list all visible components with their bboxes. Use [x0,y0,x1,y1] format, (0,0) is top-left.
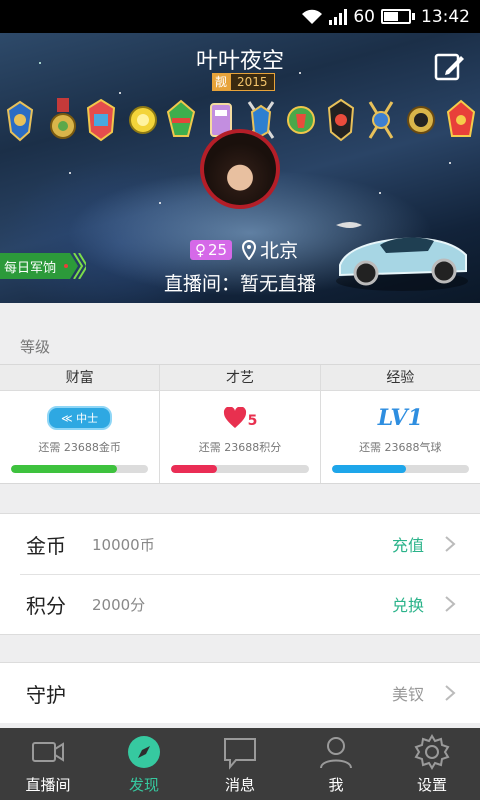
chevron-right-icon [445,536,456,552]
location-pin-icon [242,239,257,260]
title-badge-year: 2015 [230,73,275,91]
tab-me[interactable]: 我 [288,728,384,800]
video-camera-icon [32,742,64,762]
title-badge-mark: 靓 [212,73,230,91]
guard-row[interactable]: 守护 美钗 [0,663,480,723]
message-bubble-icon [224,738,256,770]
row-label: 积分 [26,593,66,618]
level-note: 还需 23688金币 [38,441,121,454]
chevron-right-icon [445,596,456,612]
guard-card: 守护 美钗 [0,662,480,723]
daily-allowance-label[interactable]: 每日军饷 [4,257,56,276]
row-value: 2000分 [92,595,146,614]
experience-progress-bar [331,465,469,473]
signal-icon [329,8,348,25]
rank-badge: ≪ 中士 [0,403,159,433]
location-text: 北京 [260,240,299,262]
row-value: 10000币 [92,535,155,554]
medal-badge-icon[interactable] [128,98,158,142]
age-value: 25 [208,240,228,259]
wallet-card: 金币 10000币 充值 积分 2000分 兑换 [0,513,480,635]
tab-label: 我 [328,776,344,794]
person-icon [320,737,352,769]
exchange-button[interactable]: 兑换 [392,592,424,616]
heart-icon [223,407,246,428]
talent-badge: 5 [160,403,319,433]
level-header: 财富 [0,365,160,391]
medal-badge-icon[interactable] [166,98,196,142]
medal-badge-icon[interactable] [406,98,436,142]
level-section-title: 等级 [20,338,51,356]
title-badge: 靓 2015 [212,73,275,91]
tab-label: 消息 [224,776,255,794]
wealth-progress-bar [11,465,149,473]
row-label: 金币 [26,533,66,558]
profile-header: 叶叶夜空 靓 2015 ♀ 25 北京 直播间：暂无直播 每日军饷 [0,33,480,303]
battery-icon [381,9,415,24]
gear-icon [414,734,450,770]
battery-percent: 60 [353,6,375,27]
chevron-right-icon [445,685,456,701]
location: 北京 [242,236,298,263]
tab-discover[interactable]: 发现 [96,728,192,800]
medal-badge-icon[interactable] [48,98,78,142]
bottom-tab-bar: 直播间 发现 消息 我 设置 [0,728,480,800]
guard-value: 美钗 [391,685,424,704]
talent-progress-bar [171,465,309,473]
tab-live-room[interactable]: 直播间 [0,728,96,800]
talent-level: 5 [247,413,258,429]
clock: 13:42 [421,6,470,27]
experience-level: LV1 [377,405,423,431]
nickname: 叶叶夜空 [195,49,284,74]
level-experience[interactable]: 经验 LV1 还需 23688气球 [320,365,480,483]
wifi-icon [302,9,323,24]
row-label: 守护 [26,682,66,707]
compass-icon [128,736,160,768]
female-icon: ♀ [195,240,206,259]
medal-badge-icon[interactable] [86,98,116,142]
tab-messages[interactable]: 消息 [192,728,288,800]
sports-car-badge-icon[interactable] [332,215,472,295]
tab-label: 设置 [416,776,447,794]
level-header: 才艺 [160,365,320,391]
level-note: 还需 23688积分 [198,441,282,454]
medal-badge-icon[interactable] [326,98,356,142]
level-talent[interactable]: 才艺 5 还需 23688积分 [160,365,321,483]
avatar[interactable] [200,129,280,209]
tab-label: 直播间 [25,776,71,794]
gender-age-tag: ♀ 25 [190,239,233,260]
medal-badge-icon[interactable] [446,98,476,142]
level-note: 还需 23688气球 [359,441,442,454]
medal-badge-icon[interactable] [286,98,316,142]
medal-badge-icon[interactable] [5,98,35,142]
recharge-button[interactable]: 充值 [392,532,424,556]
edit-profile-icon[interactable] [432,49,466,83]
coins-row[interactable]: 金币 10000币 充值 [0,514,480,574]
points-row[interactable]: 积分 2000分 兑换 [0,574,480,634]
level-wealth[interactable]: 财富 ≪ 中士 还需 23688金币 [0,365,161,483]
medal-badge-icon[interactable] [366,98,396,142]
status-bar: 60 13:42 [0,0,480,33]
tab-label: 发现 [128,776,159,794]
tab-settings[interactable]: 设置 [384,728,480,800]
experience-badge: LV1 [321,403,480,433]
level-header: 经验 [320,365,480,391]
level-table: 财富 ≪ 中士 还需 23688金币 才艺 5 还需 23688积分 经验 LV… [0,364,480,484]
profile-info: ♀ 25 北京 [190,236,298,263]
rank-pill: ≪ 中士 [47,406,113,430]
